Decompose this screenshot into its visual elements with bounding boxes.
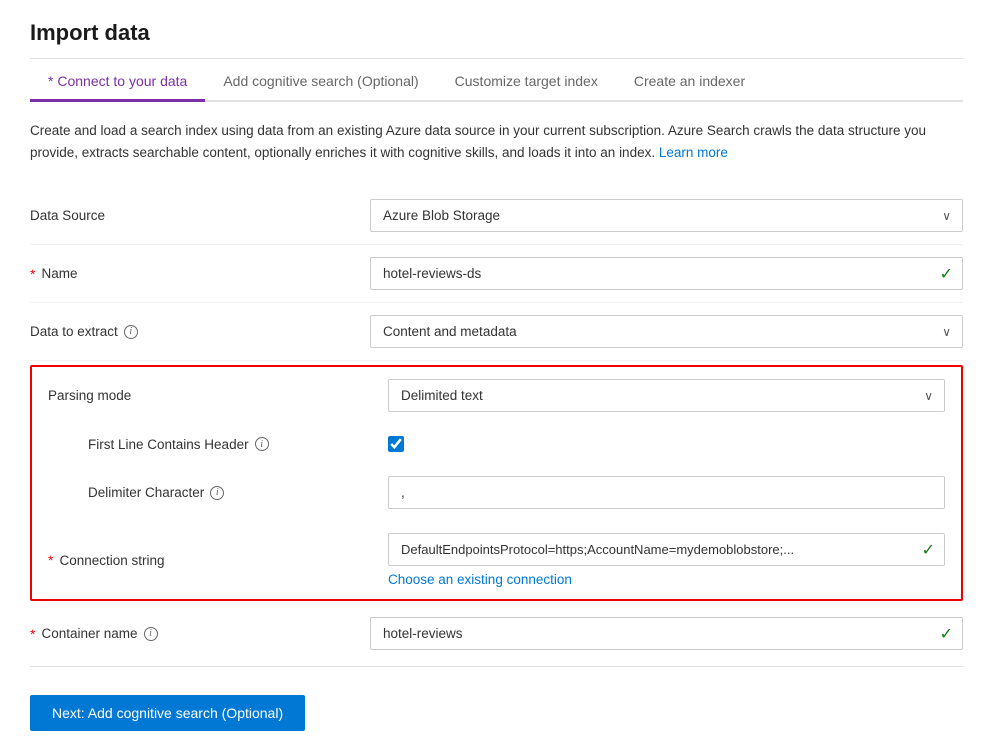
connection-required-star: *: [48, 552, 53, 568]
parsing-section: Parsing mode DefaultTextDelimited textJS…: [30, 365, 963, 601]
parsing-mode-control: DefaultTextDelimited textJSONJSON array …: [388, 379, 945, 412]
form-section: Data Source Azure Blob StorageAzure SQLC…: [30, 187, 963, 662]
connection-string-label: * Connection string: [48, 552, 388, 568]
data-extract-control: Content and metadataStorage metadata onl…: [370, 315, 963, 348]
first-line-header-control: [388, 436, 945, 452]
container-name-label: * Container name i: [30, 626, 370, 642]
connection-string-input-wrapper: ✓: [388, 533, 945, 566]
parsing-mode-label: Parsing mode: [48, 388, 388, 403]
data-extract-row: Data to extract i Content and metadataSt…: [30, 303, 963, 361]
name-valid-icon: ✓: [940, 264, 953, 284]
connection-string-control: ✓ Choose an existing connection: [388, 533, 945, 587]
data-source-label: Data Source: [30, 208, 370, 223]
delimiter-char-input[interactable]: [388, 476, 945, 509]
tab-customize[interactable]: Customize target index: [437, 63, 616, 102]
next-button[interactable]: Next: Add cognitive search (Optional): [30, 695, 305, 731]
container-name-row: * Container name i ✓: [30, 605, 963, 662]
tab-indexer[interactable]: Create an indexer: [616, 63, 763, 102]
first-line-header-label: First Line Contains Header i: [48, 437, 388, 452]
data-source-control: Azure Blob StorageAzure SQLCosmos DB ∨: [370, 199, 963, 232]
tab-connect[interactable]: Connect to your data: [30, 63, 205, 102]
name-input[interactable]: [370, 257, 963, 290]
name-row: * Name ✓: [30, 245, 963, 303]
choose-connection-link[interactable]: Choose an existing connection: [388, 572, 945, 587]
container-required-star: *: [30, 626, 35, 642]
name-required-star: *: [30, 266, 35, 282]
container-name-input[interactable]: [370, 617, 963, 650]
container-valid-icon: ✓: [940, 624, 953, 644]
learn-more-link[interactable]: Learn more: [659, 145, 728, 160]
page-container: Import data Connect to your data Add cog…: [0, 0, 993, 751]
description-body: Create and load a search index using dat…: [30, 123, 926, 160]
first-line-header-checkbox[interactable]: [388, 436, 404, 452]
connection-string-input[interactable]: [388, 533, 945, 566]
container-name-control: ✓: [370, 617, 963, 650]
description-text: Create and load a search index using dat…: [30, 120, 963, 163]
delimiter-char-control: [388, 476, 945, 509]
container-info-icon: i: [144, 627, 158, 641]
first-line-info-icon: i: [255, 437, 269, 451]
data-source-select[interactable]: Azure Blob StorageAzure SQLCosmos DB: [370, 199, 963, 232]
tab-cognitive[interactable]: Add cognitive search (Optional): [205, 63, 436, 102]
title-divider: [30, 58, 963, 59]
delimiter-char-label: Delimiter Character i: [48, 485, 388, 500]
first-line-checkbox-wrapper: [388, 436, 945, 452]
page-title: Import data: [30, 20, 963, 46]
delimiter-char-row: Delimiter Character i: [32, 464, 961, 521]
data-extract-select[interactable]: Content and metadataStorage metadata onl…: [370, 315, 963, 348]
connection-valid-icon: ✓: [922, 540, 935, 560]
parsing-mode-row: Parsing mode DefaultTextDelimited textJS…: [32, 367, 961, 424]
name-label: * Name: [30, 266, 370, 282]
data-extract-info-icon: i: [124, 325, 138, 339]
name-control: ✓: [370, 257, 963, 290]
tab-bar: Connect to your data Add cognitive searc…: [30, 63, 963, 102]
data-extract-label: Data to extract i: [30, 324, 370, 339]
connection-string-row: * Connection string ✓ Choose an existing…: [32, 521, 961, 599]
first-line-header-row: First Line Contains Header i: [32, 424, 961, 464]
parsing-mode-select[interactable]: DefaultTextDelimited textJSONJSON array: [388, 379, 945, 412]
data-source-row: Data Source Azure Blob StorageAzure SQLC…: [30, 187, 963, 245]
bottom-divider: [30, 666, 963, 667]
delimiter-info-icon: i: [210, 486, 224, 500]
